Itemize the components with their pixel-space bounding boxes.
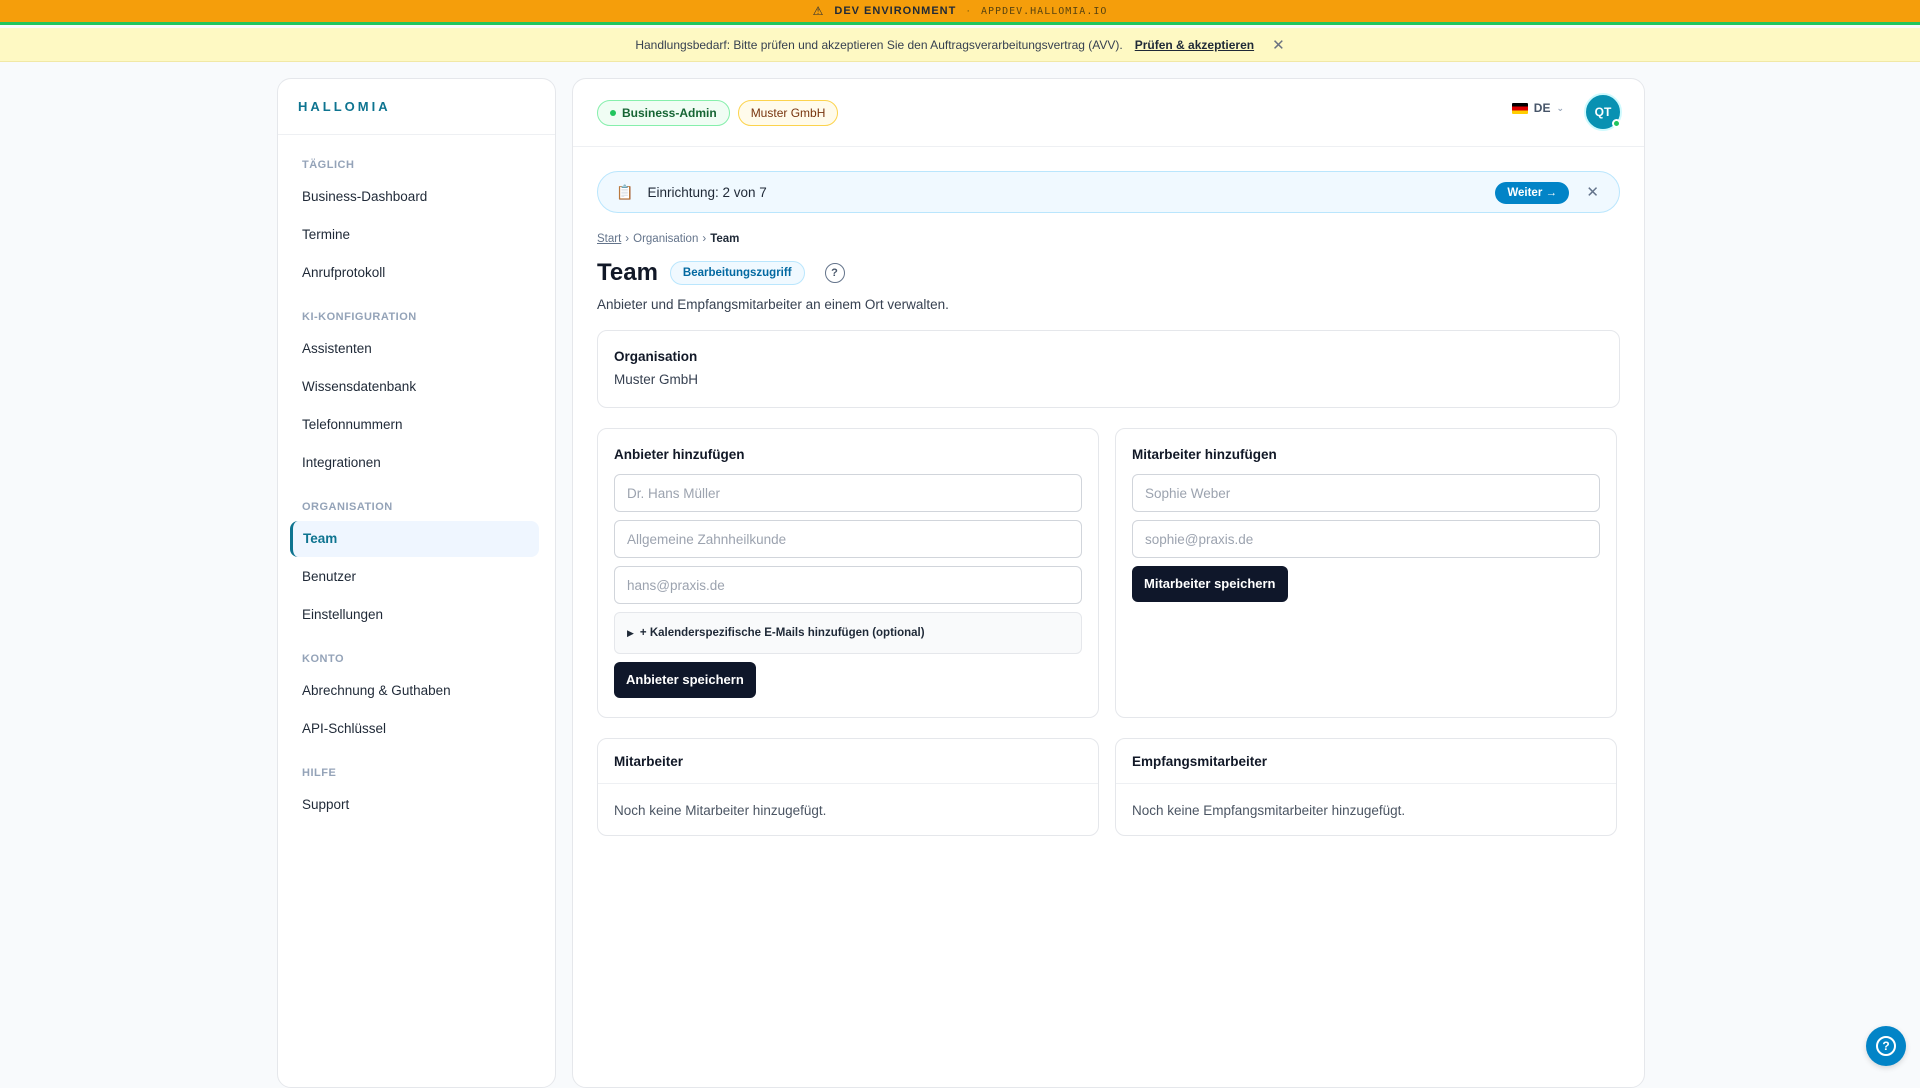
sidebar-item-termine[interactable]: Termine [294,217,539,253]
company-badge-label: Muster GmbH [750,105,826,120]
staff-list-heading: Mitarbeiter [598,739,1098,784]
avatar-initials: QT [1594,105,1612,119]
reception-list-heading: Empfangsmitarbeiter [1116,739,1616,784]
staff-email-input[interactable] [1132,520,1600,558]
organisation-value: Muster GmbH [614,372,699,387]
setup-progress-label: Einrichtung: 2 von 7 [647,184,767,200]
breadcrumb-start[interactable]: Start [597,233,621,245]
language-label: DE [1533,101,1551,115]
sidebar: HALLOMIA TÄGLICH Business-Dashboard Term… [277,78,556,1088]
dev-host-label: APPDEV.HALLOMIA.IO [981,5,1108,17]
calendar-emails-label: + Kalenderspezifische E-Mails hinzufügen… [639,627,925,639]
topbar: Business-Admin Muster GmbH DE ⌄ QT [573,79,1644,147]
help-circle-icon: ? [1876,1036,1896,1056]
forms-row: Anbieter hinzufügen ▶ + Kalenderspezifis… [597,428,1620,718]
dev-banner-separator: · [966,5,972,17]
disclosure-triangle-icon: ▶ [627,627,634,638]
save-provider-button[interactable]: Anbieter speichern [614,662,756,698]
sidebar-item-support[interactable]: Support [294,787,539,823]
sidebar-section-organisation: ORGANISATION [302,501,393,513]
role-badge-label: Business-Admin [622,105,717,120]
staff-name-input[interactable] [1132,474,1600,512]
reception-list-card: Empfangsmitarbeiter Noch keine Empfangsm… [1115,738,1617,836]
page-content: 📋 Einrichtung: 2 von 7 Weiter → ✕ Start … [573,147,1644,836]
avv-notice-bar: Handlungsbedarf: Bitte prüfen und akzept… [0,28,1920,62]
chevron-down-icon: ⌄ [1556,102,1564,113]
staff-list-empty: Noch keine Mitarbeiter hinzugefügt. [614,802,827,818]
sidebar-item-einstellungen[interactable]: Einstellungen [294,597,539,633]
sidebar-item-anrufprotokoll[interactable]: Anrufprotokoll [294,255,539,291]
dev-environment-label: DEV ENVIRONMENT [834,5,957,17]
sidebar-item-team[interactable]: Team [290,521,539,557]
sidebar-item-abrechnung[interactable]: Abrechnung & Guthaben [294,673,539,709]
brand-logo[interactable]: HALLOMIA [278,79,555,135]
sidebar-item-assistenten[interactable]: Assistenten [294,331,539,367]
page-title: Team [597,259,658,286]
role-badge: Business-Admin [597,99,730,126]
main-panel: Business-Admin Muster GmbH DE ⌄ QT 📋 Ein… [572,78,1645,1088]
close-icon[interactable]: ✕ [1586,183,1599,201]
title-row: Team Bearbeitungszugriff ? [597,259,1620,287]
close-icon[interactable]: ✕ [1272,36,1285,54]
user-avatar[interactable]: QT [1584,93,1622,131]
add-provider-card: Anbieter hinzufügen ▶ + Kalenderspezifis… [597,428,1099,718]
sidebar-item-integrationen[interactable]: Integrationen [294,445,539,481]
setup-progress-banner: 📋 Einrichtung: 2 von 7 Weiter → ✕ [597,171,1620,213]
review-accept-link[interactable]: Prüfen & akzeptieren [1135,38,1254,52]
company-badge: Muster GmbH [737,99,839,126]
organisation-heading: Organisation [614,349,698,364]
add-staff-card: Mitarbeiter hinzufügen Mitarbeiter speic… [1115,428,1617,718]
provider-name-input[interactable] [614,474,1082,512]
save-staff-button[interactable]: Mitarbeiter speichern [1132,566,1288,602]
sidebar-section-taeglich: TÄGLICH [302,159,355,171]
page-subtitle: Anbieter und Empfangsmitarbeiter an eine… [597,297,949,312]
lists-row: Mitarbeiter Noch keine Mitarbeiter hinzu… [597,738,1620,836]
access-badge: Bearbeitungszugriff [669,261,805,285]
breadcrumb-current: Team [710,233,740,245]
online-status-indicator [1612,119,1621,128]
help-circle-icon[interactable]: ? [824,263,845,283]
reception-list-empty: Noch keine Empfangsmitarbeiter hinzugefü… [1132,802,1406,818]
sidebar-nav: TÄGLICH Business-Dashboard Termine Anruf… [278,135,555,823]
add-staff-heading: Mitarbeiter hinzufügen [1132,447,1277,462]
provider-email-input[interactable] [614,566,1082,604]
floating-help-button[interactable]: ? [1866,1026,1906,1066]
breadcrumb-organisation[interactable]: Organisation [633,233,698,245]
clipboard-icon: 📋 [616,183,634,200]
organisation-card: Organisation Muster GmbH [597,330,1620,408]
warning-icon: ⚠ [812,4,825,18]
breadcrumb-separator: › [625,233,630,245]
dev-environment-banner: ⚠ DEV ENVIRONMENT · APPDEV.HALLOMIA.IO [0,0,1920,25]
sidebar-item-benutzer[interactable]: Benutzer [294,559,539,595]
language-selector[interactable]: DE ⌄ [1511,101,1564,115]
germany-flag-icon [1511,102,1528,114]
add-provider-heading: Anbieter hinzufügen [614,447,745,462]
sidebar-item-telefonnummern[interactable]: Telefonnummern [294,407,539,443]
breadcrumb: Start › Organisation › Team [597,233,1620,245]
breadcrumb-separator: › [702,233,707,245]
sidebar-item-wissensdatenbank[interactable]: Wissensdatenbank [294,369,539,405]
calendar-emails-toggle[interactable]: ▶ + Kalenderspezifische E-Mails hinzufüg… [614,612,1082,654]
staff-list-card: Mitarbeiter Noch keine Mitarbeiter hinzu… [597,738,1099,836]
notice-text: Handlungsbedarf: Bitte prüfen und akzept… [635,37,1123,52]
sidebar-section-hilfe: HILFE [302,767,337,779]
sidebar-section-ki-konfiguration: KI-KONFIGURATION [302,311,417,323]
status-dot-icon [610,109,616,116]
setup-next-button[interactable]: Weiter → [1495,182,1569,204]
sidebar-item-api-schluessel[interactable]: API-Schlüssel [294,711,539,747]
provider-specialty-input[interactable] [614,520,1082,558]
sidebar-item-business-dashboard[interactable]: Business-Dashboard [294,179,539,215]
sidebar-section-konto: KONTO [302,653,345,665]
